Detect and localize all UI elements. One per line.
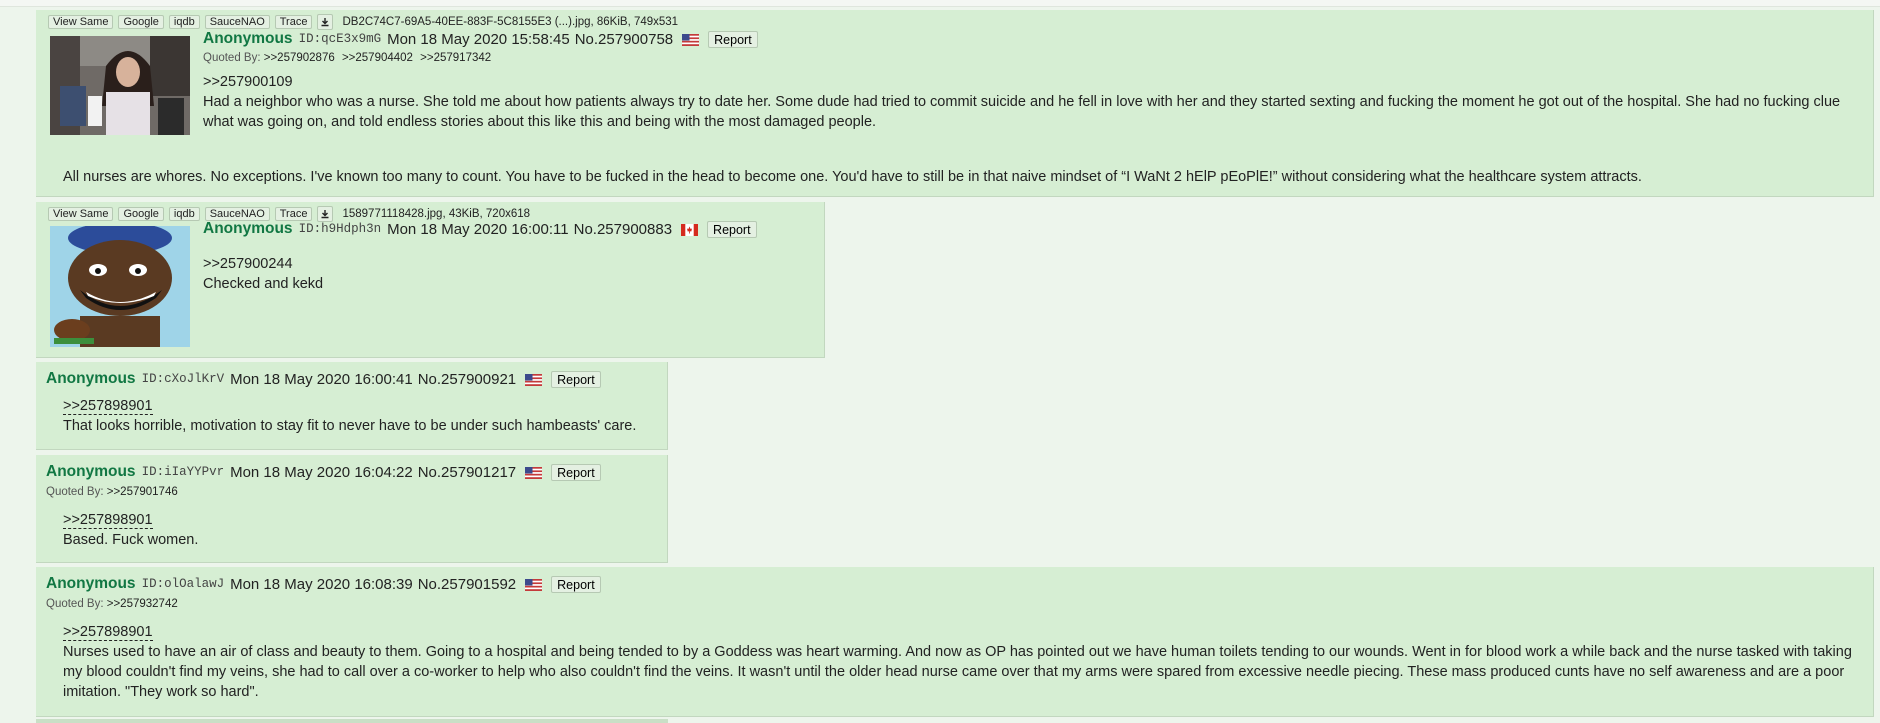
post-date: Mon 18 May 2020 16:00:11 [387, 220, 569, 238]
quoted-by-label: Quoted By: [46, 486, 104, 498]
post-number[interactable]: No.257900883 [574, 221, 672, 238]
saucenao-search-button[interactable]: SauceNAO [204, 207, 270, 221]
view-same-button[interactable]: View Same [48, 15, 114, 29]
view-same-button[interactable]: View Same [48, 207, 114, 221]
post-message: >>257900109 Had a neighbor who was a nur… [203, 72, 1861, 132]
poster-id[interactable]: ID:iIaYYPvr [142, 465, 225, 479]
post-header: Anonymous ID:cXoJlKrV Mon 18 May 2020 16… [46, 370, 601, 388]
post-number[interactable]: No.257901592 [418, 576, 516, 593]
canada-flag-icon [681, 223, 699, 236]
saucenao-search-button[interactable]: SauceNAO [204, 15, 270, 29]
poster-name: Anonymous [46, 370, 136, 387]
post-message: >>257900244 Checked and kekd [203, 254, 803, 294]
trace-search-button[interactable]: Trace [274, 207, 313, 221]
backlink[interactable]: >>257904402 [342, 52, 413, 64]
message-paragraph: Nurses used to have an air of class and … [63, 644, 1852, 700]
us-flag-icon [525, 578, 543, 591]
quoted-by: Quoted By: >>257901746 [46, 486, 182, 498]
quoted-by: Quoted By: >>257902876 >>257904402 >>257… [203, 52, 495, 64]
backlink[interactable]: >>257932742 [107, 598, 178, 610]
poster-name: Anonymous [46, 463, 136, 480]
post-date: Mon 18 May 2020 16:00:41 [230, 370, 413, 388]
quote-link[interactable]: >>257898901 [63, 398, 153, 415]
top-border [0, 0, 1880, 7]
poster-id[interactable]: ID:cXoJlKrV [142, 372, 225, 386]
download-icon[interactable] [317, 14, 334, 30]
file-info[interactable]: DB2C74C7-69A5-40EE-883F-5C8155E3 (...).j… [342, 16, 678, 28]
image-search-tools: View Same Google iqdb SauceNAO Trace DB2… [48, 14, 678, 30]
quoted-by: Quoted By: >>257932742 [46, 598, 182, 610]
poster-id[interactable]: ID:h9Hdph3n [299, 222, 382, 236]
post-257901217: Anonymous ID:iIaYYPvr Mon 18 May 2020 16… [36, 455, 668, 563]
post-257900758: View Same Google iqdb SauceNAO Trace DB2… [36, 10, 1874, 197]
post-date: Mon 18 May 2020 16:04:22 [230, 463, 413, 481]
post-number[interactable]: No.257901217 [418, 464, 516, 481]
google-search-button[interactable]: Google [118, 15, 164, 29]
message-paragraph-2: All nurses are whores. No exceptions. I'… [63, 169, 1642, 185]
post-257900883: View Same Google iqdb SauceNAO Trace 158… [36, 202, 825, 358]
report-button[interactable]: Report [551, 463, 601, 481]
post-header: Anonymous ID:olOalawJ Mon 18 May 2020 16… [46, 575, 601, 593]
message-paragraph: That looks horrible, motivation to stay … [63, 418, 637, 434]
quote-link[interactable]: >>257900109 [203, 74, 293, 90]
quote-link[interactable]: >>257898901 [63, 624, 153, 641]
backlink[interactable]: >>257901746 [107, 486, 178, 498]
report-button[interactable]: Report [551, 575, 601, 593]
poster-id[interactable]: ID:olOalawJ [142, 577, 225, 591]
message-paragraph: Had a neighbor who was a nurse. She told… [203, 94, 1841, 130]
poster-id[interactable]: ID:qcE3x9mG [299, 32, 382, 46]
us-flag-icon [525, 466, 543, 479]
quote-link[interactable]: >>257900244 [203, 256, 293, 272]
trace-search-button[interactable]: Trace [274, 15, 313, 29]
report-button[interactable]: Report [708, 30, 758, 48]
post-number[interactable]: No.257900921 [418, 371, 516, 388]
next-post-edge [36, 719, 668, 723]
post-message: >>257898901 That looks horrible, motivat… [63, 396, 663, 436]
post-number[interactable]: No.257900758 [575, 31, 673, 48]
backlink[interactable]: >>257902876 [264, 52, 335, 64]
backlink[interactable]: >>257917342 [420, 52, 491, 64]
poster-name: Anonymous [203, 220, 293, 237]
post-thumbnail[interactable] [50, 226, 190, 347]
quoted-by-label: Quoted By: [203, 52, 261, 64]
post-header: Anonymous ID:qcE3x9mG Mon 18 May 2020 15… [203, 30, 758, 48]
post-257901592: Anonymous ID:olOalawJ Mon 18 May 2020 16… [36, 567, 1874, 717]
post-257900921: Anonymous ID:cXoJlKrV Mon 18 May 2020 16… [36, 362, 668, 450]
file-info[interactable]: 1589771118428.jpg, 43KiB, 720x618 [342, 208, 530, 220]
post-thumbnail[interactable] [50, 36, 190, 135]
poster-name: Anonymous [203, 30, 293, 47]
post-message: >>257898901 Based. Fuck women. [63, 510, 663, 550]
us-flag-icon [682, 33, 700, 46]
iqdb-search-button[interactable]: iqdb [168, 15, 200, 29]
iqdb-search-button[interactable]: iqdb [168, 207, 200, 221]
poster-name: Anonymous [46, 575, 136, 592]
quote-link[interactable]: >>257898901 [63, 512, 153, 529]
report-button[interactable]: Report [707, 220, 757, 238]
post-message: >>257898901 Nurses used to have an air o… [63, 622, 1861, 702]
message-paragraph: Based. Fuck women. [63, 532, 199, 548]
message-paragraph: Checked and kekd [203, 276, 324, 292]
post-date: Mon 18 May 2020 15:58:45 [387, 30, 570, 48]
report-button[interactable]: Report [551, 370, 601, 388]
post-header: Anonymous ID:iIaYYPvr Mon 18 May 2020 16… [46, 463, 601, 481]
post-date: Mon 18 May 2020 16:08:39 [230, 575, 413, 593]
post-header: Anonymous ID:h9Hdph3n Mon 18 May 2020 16… [203, 220, 757, 238]
quoted-by-label: Quoted By: [46, 598, 104, 610]
us-flag-icon [525, 373, 543, 386]
google-search-button[interactable]: Google [118, 207, 164, 221]
